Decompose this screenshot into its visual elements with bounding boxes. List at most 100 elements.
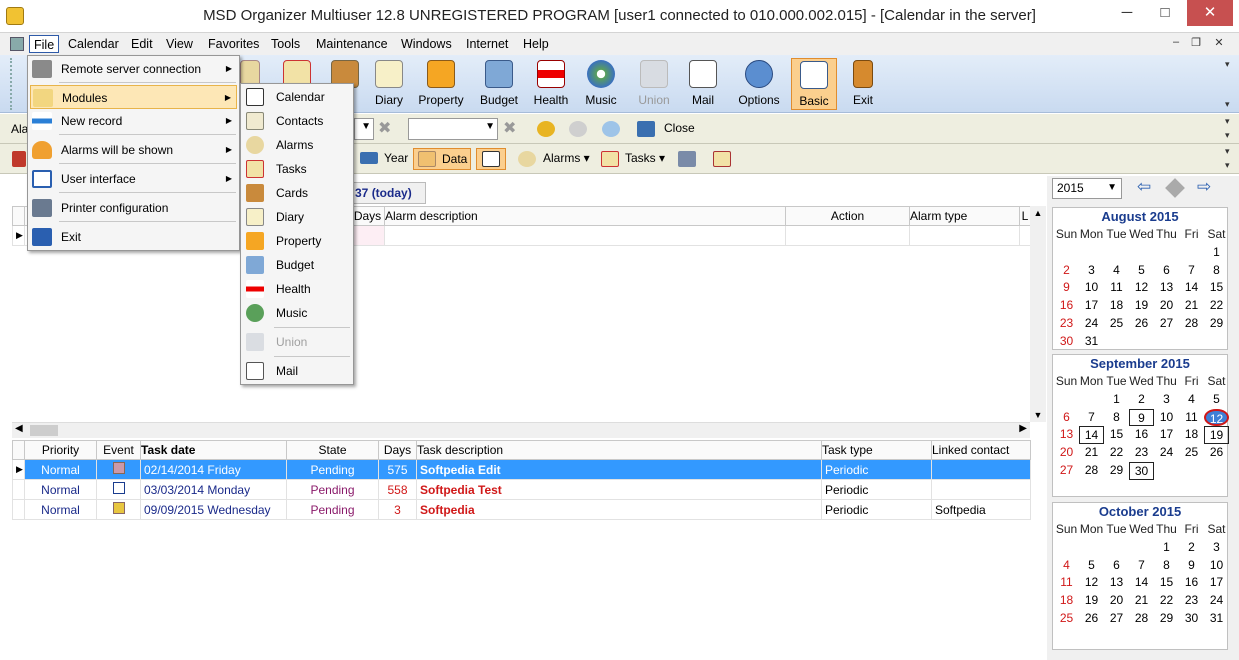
scroll-up-icon[interactable]: ▲ — [1030, 208, 1046, 218]
options-button[interactable]: Options — [732, 58, 786, 110]
calendar-day[interactable]: 21 — [1179, 297, 1204, 315]
calendar-day[interactable]: 24 — [1079, 315, 1104, 333]
calendar-day[interactable]: 4 — [1179, 391, 1204, 409]
calendar-day[interactable]: 27 — [1104, 610, 1129, 628]
calendar-day[interactable]: 1 — [1104, 391, 1129, 409]
calendar-day[interactable]: 3 — [1204, 539, 1229, 557]
clear-filter-icon[interactable]: ✖ — [378, 121, 396, 137]
music-button[interactable]: Music — [574, 58, 628, 110]
calendar-day[interactable]: 11 — [1054, 574, 1079, 592]
calendar-day[interactable]: 3 — [1154, 391, 1179, 409]
task-date-column-header[interactable]: Task date — [140, 440, 287, 460]
basic-button[interactable]: Basic — [791, 58, 837, 110]
module-union[interactable]: Union — [243, 330, 351, 354]
filter-combo-2[interactable]: ▼ — [408, 118, 498, 140]
calendar-day[interactable]: 23 — [1054, 315, 1079, 333]
calendar-day[interactable]: 7 — [1179, 262, 1204, 280]
menu-item-exit[interactable]: Exit — [30, 225, 237, 249]
scroll-down-icon[interactable]: ▼ — [1030, 410, 1046, 420]
module-contacts[interactable]: Contacts — [243, 109, 351, 133]
minimize-button[interactable]: ─ — [1111, 0, 1143, 26]
calendar-day[interactable]: 13 — [1104, 574, 1129, 592]
calendar-day[interactable]: 15 — [1154, 574, 1179, 592]
toolbar3-chevron-icon[interactable]: ▾ — [1225, 146, 1233, 158]
days-column-header[interactable]: Days — [350, 206, 385, 226]
menu-edit[interactable]: Edit — [127, 35, 157, 53]
module-mail[interactable]: Mail — [243, 359, 351, 383]
calendar-day[interactable]: 20 — [1104, 592, 1129, 610]
menu-item-modules[interactable]: Modules ▶ — [30, 85, 237, 109]
calendar-day[interactable]: 6 — [1154, 262, 1179, 280]
menu-file[interactable]: File — [29, 35, 60, 53]
calendar-day[interactable]: 1 — [1154, 539, 1179, 557]
calendar-day[interactable]: 2 — [1179, 539, 1204, 557]
close-view-button[interactable]: Close — [660, 118, 699, 140]
calendar-day[interactable]: 22 — [1204, 297, 1229, 315]
calendar-day[interactable]: 10 — [1154, 409, 1179, 427]
calendar-day[interactable]: 20 — [1154, 297, 1179, 315]
alarm-grid-horizontal-scrollbar[interactable]: ◀ ▶ — [12, 422, 1030, 438]
calendar-day[interactable]: 6 — [1104, 557, 1129, 575]
calendar-day[interactable]: 31 — [1079, 333, 1104, 351]
alarm-description-column-header[interactable]: Alarm description — [384, 206, 786, 226]
calendar-day[interactable]: 8 — [1204, 262, 1229, 280]
menu-maintenance[interactable]: Maintenance — [312, 35, 392, 53]
task-type-column-header[interactable]: Task type — [821, 440, 932, 460]
calendar-day[interactable]: 17 — [1154, 426, 1179, 444]
close-view-icon[interactable] — [637, 121, 655, 137]
calendar-day[interactable]: 14 — [1129, 574, 1154, 592]
menu-view[interactable]: View — [162, 35, 197, 53]
calendar-day[interactable]: 26 — [1204, 444, 1229, 462]
module-property[interactable]: Property — [243, 229, 351, 253]
maximize-button[interactable]: □ — [1149, 0, 1181, 26]
l-column-header[interactable]: L — [1019, 206, 1031, 226]
calendar-day[interactable]: 17 — [1204, 574, 1229, 592]
calendar-day[interactable]: 10 — [1204, 557, 1229, 575]
calendar-day[interactable]: 23 — [1179, 592, 1204, 610]
toolbar3-overflow-icon[interactable]: ▾ — [1225, 160, 1233, 172]
calendar-day[interactable]: 19 — [1204, 426, 1229, 445]
event-column-header[interactable]: Event — [96, 440, 141, 460]
calendar-day[interactable]: 19 — [1129, 297, 1154, 315]
filter-combo-1[interactable]: ▼ — [354, 118, 374, 140]
calendar-day[interactable]: 8 — [1154, 557, 1179, 575]
calendar-day[interactable]: 21 — [1079, 444, 1104, 462]
calendar-day[interactable]: 7 — [1129, 557, 1154, 575]
calendar-day[interactable]: 4 — [1104, 262, 1129, 280]
calendar-day[interactable]: 16 — [1054, 297, 1079, 315]
toolbar2-chevron-icon[interactable]: ▾ — [1225, 116, 1233, 128]
toolbar2-overflow-icon[interactable]: ▾ — [1225, 130, 1233, 142]
priority-column-header[interactable]: Priority — [24, 440, 97, 460]
module-calendar[interactable]: Calendar — [243, 85, 351, 109]
calendar-day[interactable]: 16 — [1179, 574, 1204, 592]
report-icon[interactable] — [713, 151, 731, 167]
calendar-day[interactable]: 27 — [1054, 462, 1079, 480]
calendar-day[interactable]: 30 — [1129, 461, 1154, 480]
menu-tools[interactable]: Tools — [267, 35, 304, 53]
menu-item-remote-server[interactable]: Remote server connection ▶ — [30, 57, 237, 81]
calendar-day[interactable]: 18 — [1054, 592, 1079, 610]
calendar-day[interactable]: 29 — [1104, 462, 1129, 480]
linked-contact-column-header[interactable]: Linked contact — [931, 440, 1031, 460]
calendar-day[interactable]: 15 — [1204, 279, 1229, 297]
menu-windows[interactable]: Windows — [397, 35, 456, 53]
module-diary[interactable]: Diary — [243, 205, 351, 229]
mdi-close-button[interactable]: ✕ — [1211, 36, 1227, 49]
calendar-day[interactable]: 9 — [1179, 557, 1204, 575]
calendar-day[interactable]: 28 — [1179, 315, 1204, 333]
calendar-day[interactable]: 22 — [1104, 444, 1129, 462]
calendar-day[interactable]: 11 — [1179, 409, 1204, 427]
module-alarms[interactable]: Alarms — [243, 133, 351, 157]
calendar-day[interactable]: 12 — [1129, 279, 1154, 297]
property-button[interactable]: Property — [414, 58, 468, 110]
toolbar-overflow-icon[interactable]: ▾ — [1225, 99, 1233, 111]
calendar-day[interactable]: 25 — [1104, 315, 1129, 333]
table-row[interactable]: Normal 03/03/2014 Monday Pending 558 Sof… — [12, 479, 1031, 500]
action-column-header[interactable]: Action — [785, 206, 910, 226]
calendar-day[interactable]: 19 — [1079, 592, 1104, 610]
calendar-day[interactable]: 14 — [1079, 426, 1104, 445]
calendar-day[interactable]: 9 — [1129, 408, 1154, 427]
calendar-day[interactable]: 20 — [1054, 444, 1079, 462]
calendar-day[interactable]: 11 — [1104, 279, 1129, 297]
calendar-day[interactable]: 25 — [1054, 610, 1079, 628]
